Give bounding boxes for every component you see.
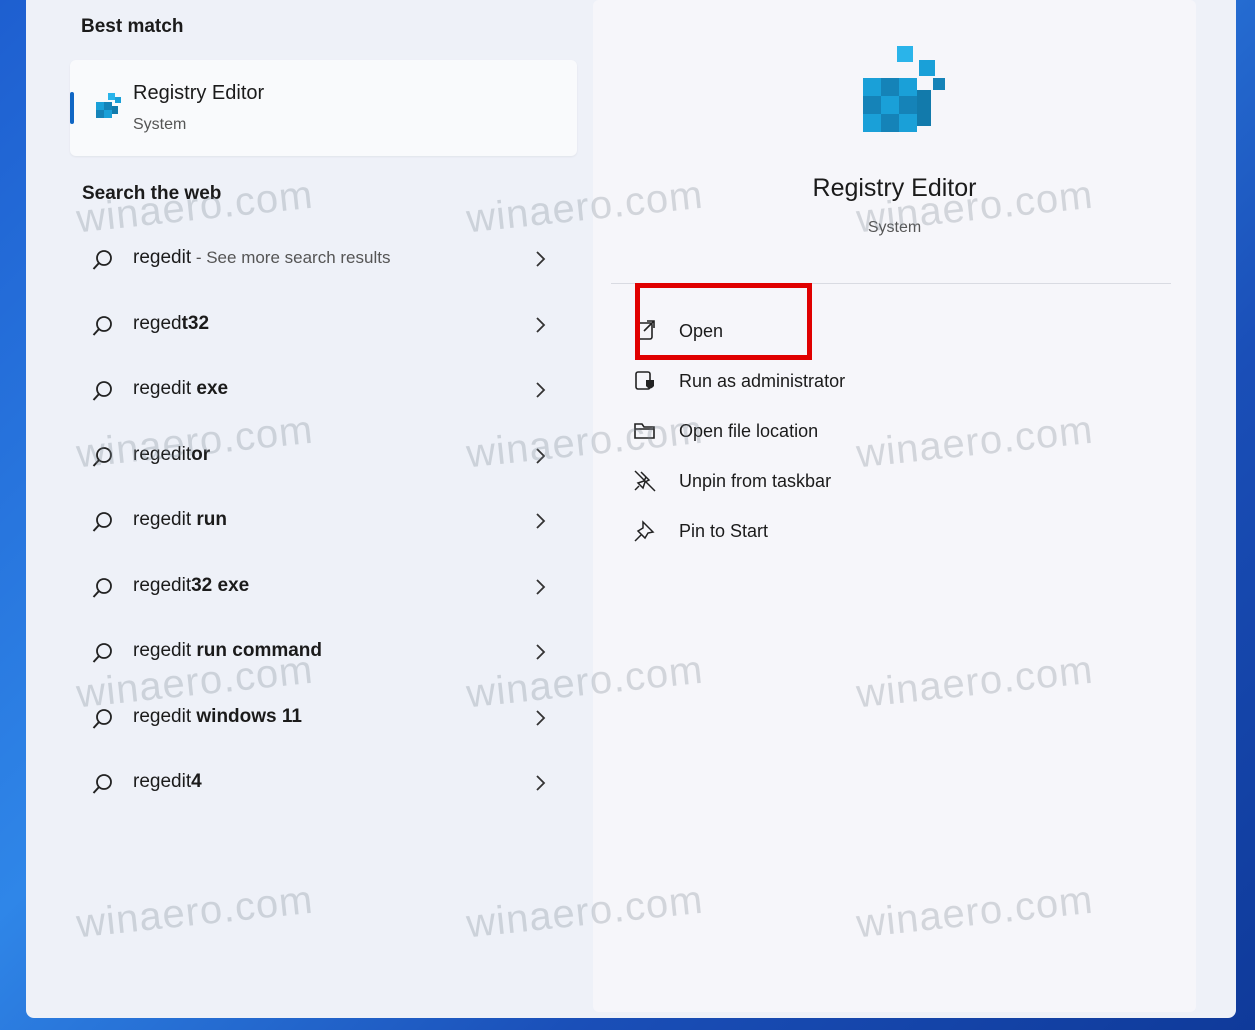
search-icon [92, 708, 112, 729]
web-result-label: regedit run [133, 509, 227, 530]
search-icon [92, 315, 112, 336]
best-match-type: System [133, 116, 187, 133]
best-match-card[interactable]: Registry Editor System [70, 60, 577, 156]
chevron-right-icon[interactable] [534, 577, 548, 597]
search-panel: Best match Registry Editor System Search… [26, 0, 1236, 1018]
chevron-right-icon[interactable] [534, 380, 548, 400]
action-label: Run as administrator [679, 371, 846, 391]
web-result-label: regedt32 [133, 312, 210, 334]
web-result-item[interactable]: regedit windows 11 [76, 690, 576, 746]
chevron-right-icon[interactable] [534, 708, 548, 728]
action-label: Unpin from taskbar [679, 471, 832, 491]
folder-icon [634, 423, 655, 439]
search-web-heading: Search the web [82, 183, 222, 204]
search-icon [92, 512, 112, 532]
registry-editor-large-icon [863, 46, 945, 132]
details-pane: Registry Editor System Open Run as admini… [593, 0, 1196, 1012]
shield-admin-icon [635, 371, 654, 390]
action-label: Open file location [679, 421, 819, 441]
web-result-item[interactable]: regedit32 exe [76, 559, 576, 615]
chevron-right-icon[interactable] [534, 249, 548, 269]
web-result-item[interactable]: regedit exe [76, 362, 576, 418]
web-result-label: regedit32 exe [133, 574, 250, 596]
web-result-item[interactable]: regedit run command [76, 624, 576, 680]
selection-accent [70, 92, 74, 124]
search-icon [92, 643, 112, 663]
web-result-item[interactable]: regedt32 [76, 297, 576, 353]
search-icon [92, 250, 112, 270]
web-result-item[interactable]: regedit - See more search results [76, 231, 576, 287]
search-icon [92, 381, 112, 401]
web-result-label: regedit run command [133, 640, 323, 661]
best-match-heading: Best match [81, 16, 184, 37]
web-result-label: regedit - See more search results [133, 247, 391, 268]
web-result-item[interactable]: regeditor [76, 428, 576, 484]
details-app-name: Registry Editor [812, 174, 977, 202]
results-pane: Best match Registry Editor System Search… [26, 0, 593, 1018]
search-icon [92, 446, 112, 467]
pin-icon [634, 520, 655, 542]
web-result-item[interactable]: regedit4 [76, 755, 576, 811]
action-label: Pin to Start [679, 521, 769, 541]
chevron-right-icon[interactable] [534, 511, 548, 531]
registry-editor-icon [96, 93, 121, 118]
web-result-label: regedit exe [133, 378, 229, 399]
best-match-name: Registry Editor [133, 82, 265, 104]
action-run-as-administrator[interactable]: Run as administrator [633, 359, 1153, 403]
unpin-icon [634, 470, 656, 492]
action-pin-to-start[interactable]: Pin to Start [633, 509, 1153, 553]
action-unpin-from-taskbar[interactable]: Unpin from taskbar [633, 459, 1153, 503]
chevron-right-icon[interactable] [534, 446, 548, 466]
chevron-right-icon[interactable] [534, 315, 548, 335]
web-result-item[interactable]: regedit run [76, 493, 576, 549]
search-icon [92, 577, 112, 598]
details-app-type: System [867, 219, 922, 236]
web-result-label: regedit4 [133, 771, 202, 792]
web-result-label: regeditor [133, 443, 211, 465]
web-result-label: regedit windows 11 [133, 705, 302, 727]
action-open-file-location[interactable]: Open file location [633, 409, 1153, 453]
open-highlight-box [635, 283, 812, 360]
chevron-right-icon[interactable] [534, 773, 548, 793]
search-icon [92, 774, 112, 794]
chevron-right-icon[interactable] [534, 642, 548, 662]
